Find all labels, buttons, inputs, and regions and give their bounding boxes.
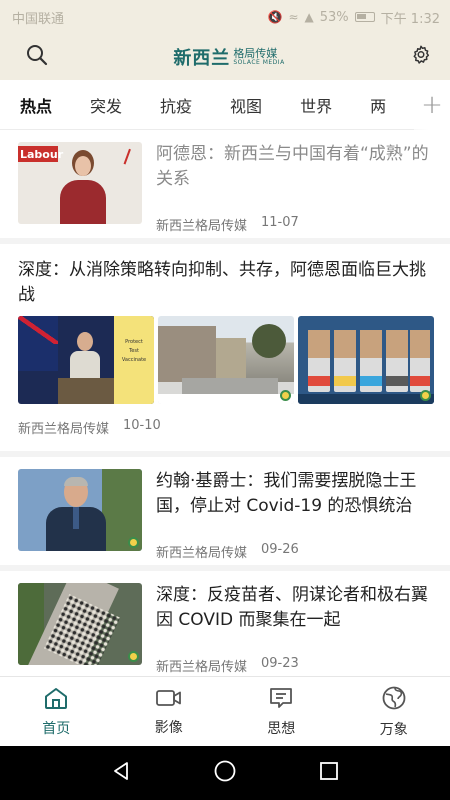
- recents-icon[interactable]: [318, 760, 340, 786]
- nav-world-label: 万象: [379, 721, 408, 738]
- thought-icon: [268, 686, 294, 714]
- nav-video-label: 影像: [154, 719, 183, 736]
- board-text-vaccinate: Vaccinate: [121, 357, 147, 363]
- article-thumbnail: [18, 583, 142, 665]
- app-screen: 中国联通 🔇 ≈ ▲ 53% 下午 1:32 新西兰 格局传媒 SOLACE M…: [0, 0, 450, 800]
- bottom-navigation: 首页 影像 思想 万象: [0, 676, 450, 746]
- app-logo: 新西兰 格局传媒 SOLACE MEDIA: [173, 44, 284, 70]
- article-date: 11-07: [261, 215, 299, 230]
- watermark-logo-icon: [128, 537, 139, 548]
- home-icon: [43, 686, 69, 714]
- nav-thought[interactable]: 思想: [225, 677, 338, 746]
- article-title: 约翰·基爵士：我们需要摆脱隐士王国，停止对 Covid-19 的恐惧统治: [156, 471, 417, 516]
- article-card[interactable]: Labour 阿德恩：新西兰与中国有着“成熟”的关系 新西兰格局传媒 11-07: [0, 130, 450, 244]
- signal-icon: ▲: [304, 10, 314, 24]
- wifi-icon: ≈: [288, 10, 299, 24]
- mute-icon: 🔇: [267, 10, 283, 24]
- tab-view[interactable]: 视图: [230, 93, 262, 117]
- board-text-test: Test: [129, 348, 139, 354]
- watermark-logo-icon: [128, 651, 139, 662]
- watermark-logo-icon: [420, 390, 431, 401]
- back-icon[interactable]: [110, 760, 132, 786]
- nav-home-label: 首页: [42, 720, 71, 737]
- article-title: 深度：反疫苗者、阴谋论者和极右翼因 COVID 而聚集在一起: [156, 585, 428, 630]
- watermark-logo-icon: [280, 390, 291, 401]
- article-source: 新西兰格局传媒: [18, 422, 110, 437]
- nav-video[interactable]: 影像: [113, 677, 226, 746]
- tab-world[interactable]: 世界: [300, 93, 332, 117]
- clock: 下午 1:32: [380, 11, 440, 27]
- article-image-row: Protect Test Vaccinate: [18, 316, 434, 404]
- article-title: 阿德恩：新西兰与中国有着“成熟”的关系: [156, 144, 429, 189]
- article-thumbnail: Labour: [18, 142, 142, 224]
- article-card[interactable]: 深度：反疫苗者、阴谋论者和极右翼因 COVID 而聚集在一起 新西兰格局传媒 0…: [0, 571, 450, 676]
- nav-world[interactable]: 万象: [338, 677, 450, 746]
- article-date: 10-10: [123, 418, 161, 433]
- tab-pandemic[interactable]: 抗疫: [160, 93, 192, 117]
- article-thumbnail: [158, 316, 294, 404]
- battery-percent: 53%: [319, 9, 349, 25]
- news-feed: Labour 阿德恩：新西兰与中国有着“成熟”的关系 新西兰格局传媒 11-07…: [0, 130, 450, 676]
- article-thumbnail: Protect Test Vaccinate: [18, 316, 154, 404]
- thumbnail-sign-text: Labour: [20, 148, 64, 161]
- board-text-protect: Protect: [125, 339, 143, 345]
- settings-gear-icon[interactable]: [410, 44, 432, 70]
- status-bar: 中国联通 🔇 ≈ ▲ 53% 下午 1:32: [0, 0, 450, 34]
- video-icon: [155, 687, 183, 713]
- article-thumbnail: [18, 469, 142, 551]
- battery-icon: [354, 12, 375, 22]
- article-thumbnail: [298, 316, 434, 404]
- carrier-label: 中国联通: [12, 11, 65, 27]
- tab-breaking[interactable]: 突发: [90, 93, 122, 117]
- tab-cross-strait[interactable]: 两: [370, 93, 386, 117]
- logo-cn-text: 格局传媒: [233, 47, 278, 60]
- article-source: 新西兰格局传媒: [156, 219, 248, 234]
- logo-en-text: SOLACE MEDIA: [233, 59, 285, 66]
- article-card[interactable]: 深度：从消除策略转向抑制、共存，阿德恩面临巨大挑战 Protect Test V…: [0, 244, 450, 457]
- globe-icon: [381, 685, 407, 715]
- home-button-icon[interactable]: [213, 759, 237, 787]
- search-icon[interactable]: [26, 44, 48, 70]
- article-card[interactable]: 约翰·基爵士：我们需要摆脱隐士王国，停止对 Covid-19 的恐惧统治 新西兰…: [0, 457, 450, 571]
- system-navigation-bar: [0, 746, 450, 800]
- article-date: 09-26: [261, 542, 299, 557]
- add-tab-button[interactable]: +: [414, 79, 450, 130]
- nav-home[interactable]: 首页: [0, 677, 113, 746]
- status-icons: 🔇 ≈ ▲ 53% 下午 1:32: [268, 8, 440, 27]
- article-title: 深度：从消除策略转向抑制、共存，阿德恩面临巨大挑战: [18, 260, 426, 305]
- article-source: 新西兰格局传媒: [156, 546, 248, 561]
- logo-main-text: 新西兰: [173, 48, 231, 69]
- tab-hot[interactable]: 热点: [20, 93, 52, 117]
- article-date: 09-23: [261, 656, 299, 671]
- article-source: 新西兰格局传媒: [156, 660, 248, 675]
- nav-thought-label: 思想: [267, 720, 296, 737]
- category-tabs: 热点 突发 抗疫 视图 世界 两 +: [0, 79, 450, 130]
- app-header: 新西兰 格局传媒 SOLACE MEDIA: [0, 34, 450, 80]
